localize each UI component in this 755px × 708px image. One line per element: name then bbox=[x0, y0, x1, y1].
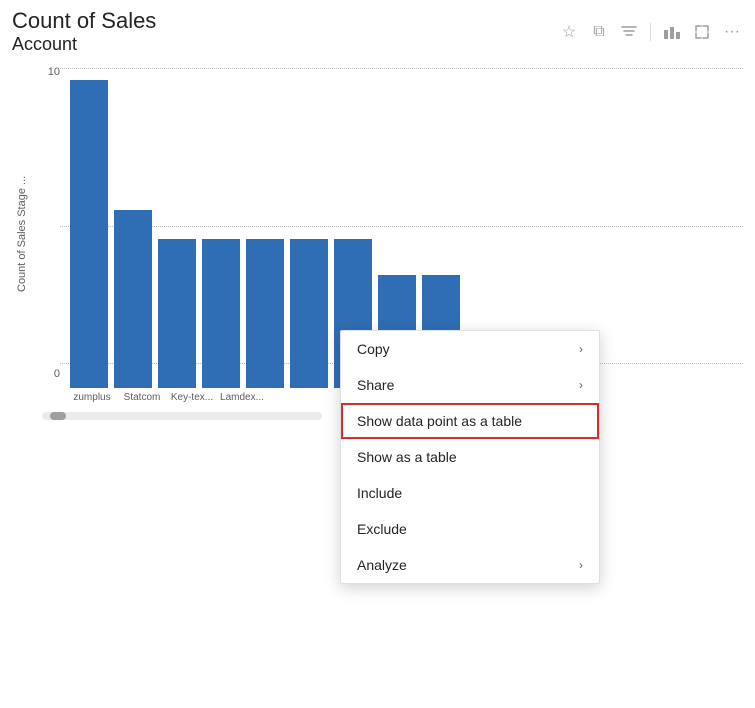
menu-item-exclude[interactable]: Exclude bbox=[341, 511, 599, 547]
scrollbar-track[interactable] bbox=[42, 412, 322, 420]
expand-icon[interactable] bbox=[691, 21, 713, 43]
toolbar-divider bbox=[650, 23, 651, 41]
bar-lamdex[interactable] bbox=[202, 239, 240, 388]
chart-title-block: Count of Sales Account bbox=[12, 8, 156, 56]
menu-item-share[interactable]: Share › bbox=[341, 367, 599, 403]
y-tick-10: 10 bbox=[36, 66, 60, 78]
chevron-icon-share: › bbox=[579, 378, 583, 392]
star-icon[interactable]: ☆ bbox=[558, 21, 580, 43]
menu-item-analyze-label: Analyze bbox=[357, 557, 407, 573]
context-menu: Copy › Share › Show data point as a tabl… bbox=[340, 330, 600, 584]
menu-item-copy-label: Copy bbox=[357, 341, 390, 357]
chart-header: Count of Sales Account ☆ ⧉ ··· bbox=[12, 8, 743, 56]
bar-keytex[interactable] bbox=[158, 239, 196, 388]
y-axis-label: Count of Sales Stage ... bbox=[12, 64, 32, 404]
menu-item-exclude-label: Exclude bbox=[357, 521, 407, 537]
chevron-icon-copy: › bbox=[579, 342, 583, 356]
menu-item-include-label: Include bbox=[357, 485, 402, 501]
x-label-5 bbox=[270, 392, 314, 404]
bar-zumplus[interactable] bbox=[70, 80, 108, 388]
menu-item-include[interactable]: Include bbox=[341, 475, 599, 511]
bar-6[interactable] bbox=[290, 239, 328, 388]
scrollbar-thumb[interactable] bbox=[50, 412, 66, 420]
menu-item-show-data-point-label: Show data point as a table bbox=[357, 413, 522, 429]
chart-subtitle: Account bbox=[12, 34, 156, 56]
menu-item-share-label: Share bbox=[357, 377, 394, 393]
chart-title: Count of Sales bbox=[12, 8, 156, 34]
x-label-zumplus: zumplus bbox=[70, 392, 114, 404]
menu-item-show-as-table[interactable]: Show as a table bbox=[341, 439, 599, 475]
chart-type-icon[interactable] bbox=[661, 21, 683, 43]
menu-item-copy[interactable]: Copy › bbox=[341, 331, 599, 367]
toolbar: ☆ ⧉ ··· bbox=[558, 21, 743, 43]
y-tick-0: 0 bbox=[36, 368, 60, 380]
bar-5[interactable] bbox=[246, 239, 284, 388]
x-label-statcom: Statcom bbox=[120, 392, 164, 404]
bar-statcom[interactable] bbox=[114, 210, 152, 388]
x-label-keytex: Key-tex... bbox=[170, 392, 214, 404]
duplicate-icon[interactable]: ⧉ bbox=[588, 21, 610, 43]
menu-item-show-as-table-label: Show as a table bbox=[357, 449, 457, 465]
more-options-icon[interactable]: ··· bbox=[721, 21, 743, 43]
chevron-icon-analyze: › bbox=[579, 558, 583, 572]
menu-item-show-data-point[interactable]: Show data point as a table bbox=[341, 403, 599, 439]
menu-item-analyze[interactable]: Analyze › bbox=[341, 547, 599, 583]
chart-container: Count of Sales Account ☆ ⧉ ··· bbox=[0, 0, 755, 708]
filter-icon[interactable] bbox=[618, 21, 640, 43]
x-label-lamdex: Lamdex... bbox=[220, 392, 264, 404]
